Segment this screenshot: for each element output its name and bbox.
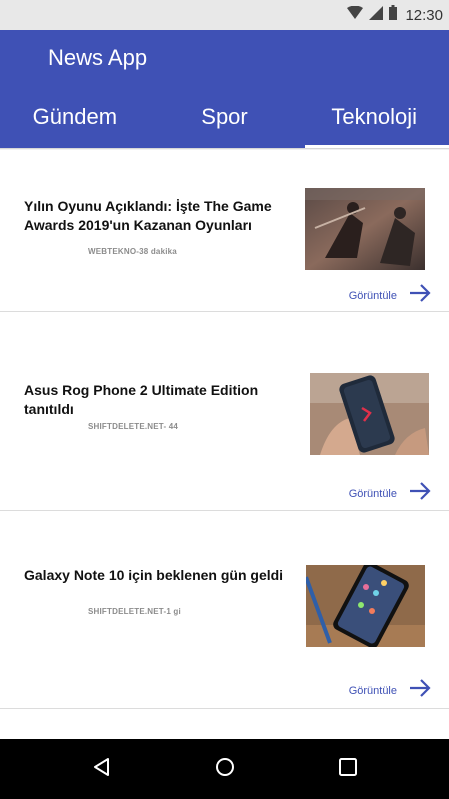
article-thumbnail[interactable] xyxy=(310,373,429,455)
back-icon xyxy=(92,757,112,782)
status-bar: 12:30 xyxy=(0,0,449,30)
arrow-right-icon xyxy=(409,482,431,505)
article-title: Yılın Oyunu Açıklandı: İşte The Game Awa… xyxy=(24,198,272,233)
article-thumbnail[interactable] xyxy=(305,188,425,270)
view-button-label: Görüntüle xyxy=(348,487,397,500)
wifi-icon xyxy=(347,5,364,25)
app-title: News App xyxy=(48,44,148,70)
news-feed[interactable]: Yılın Oyunu Açıklandı: İşte The Game Awa… xyxy=(0,150,449,709)
app-bar: News App xyxy=(0,30,449,85)
home-button[interactable] xyxy=(205,749,245,789)
article-card[interactable]: Yılın Oyunu Açıklandı: İşte The Game Awa… xyxy=(0,150,449,312)
arrow-right-icon xyxy=(409,284,431,307)
recents-button[interactable] xyxy=(328,749,368,789)
status-time: 12:30 xyxy=(405,6,443,24)
view-button[interactable]: Görüntüle xyxy=(349,679,431,702)
article-title: Asus Rog Phone 2 Ultimate Edition tanıtı… xyxy=(24,382,259,417)
article-card[interactable]: Asus Rog Phone 2 Ultimate Edition tanıtı… xyxy=(0,312,449,511)
signal-icon xyxy=(369,5,384,25)
arrow-right-icon xyxy=(409,679,431,702)
battery-icon xyxy=(389,5,398,25)
home-icon xyxy=(215,757,235,782)
article-source: SHIFTDELETE.NET- 44 xyxy=(88,422,179,431)
article-title: Galaxy Note 10 için beklenen gün geldi xyxy=(24,567,284,583)
tab-bar: Gündem Spor Teknoloji xyxy=(0,85,449,148)
back-button[interactable] xyxy=(82,749,122,789)
view-button[interactable]: Görüntüle xyxy=(349,284,431,307)
tab-spor[interactable]: Spor xyxy=(150,85,300,148)
tab-gundem[interactable]: Gündem xyxy=(0,85,150,148)
tab-teknoloji[interactable]: Teknoloji xyxy=(299,85,449,148)
article-source: WEBTEKNO-38 dakika xyxy=(88,247,177,256)
recents-icon xyxy=(338,757,358,782)
view-button-label: Görüntüle xyxy=(348,684,397,697)
article-thumbnail[interactable] xyxy=(306,565,425,647)
view-button-label: Görüntüle xyxy=(348,289,397,302)
view-button[interactable]: Görüntüle xyxy=(349,482,431,505)
article-source: SHIFTDELETE.NET-1 gi xyxy=(88,607,181,616)
article-card[interactable]: Galaxy Note 10 için beklenen gün geldi S… xyxy=(0,511,449,709)
system-nav-bar xyxy=(0,739,449,799)
